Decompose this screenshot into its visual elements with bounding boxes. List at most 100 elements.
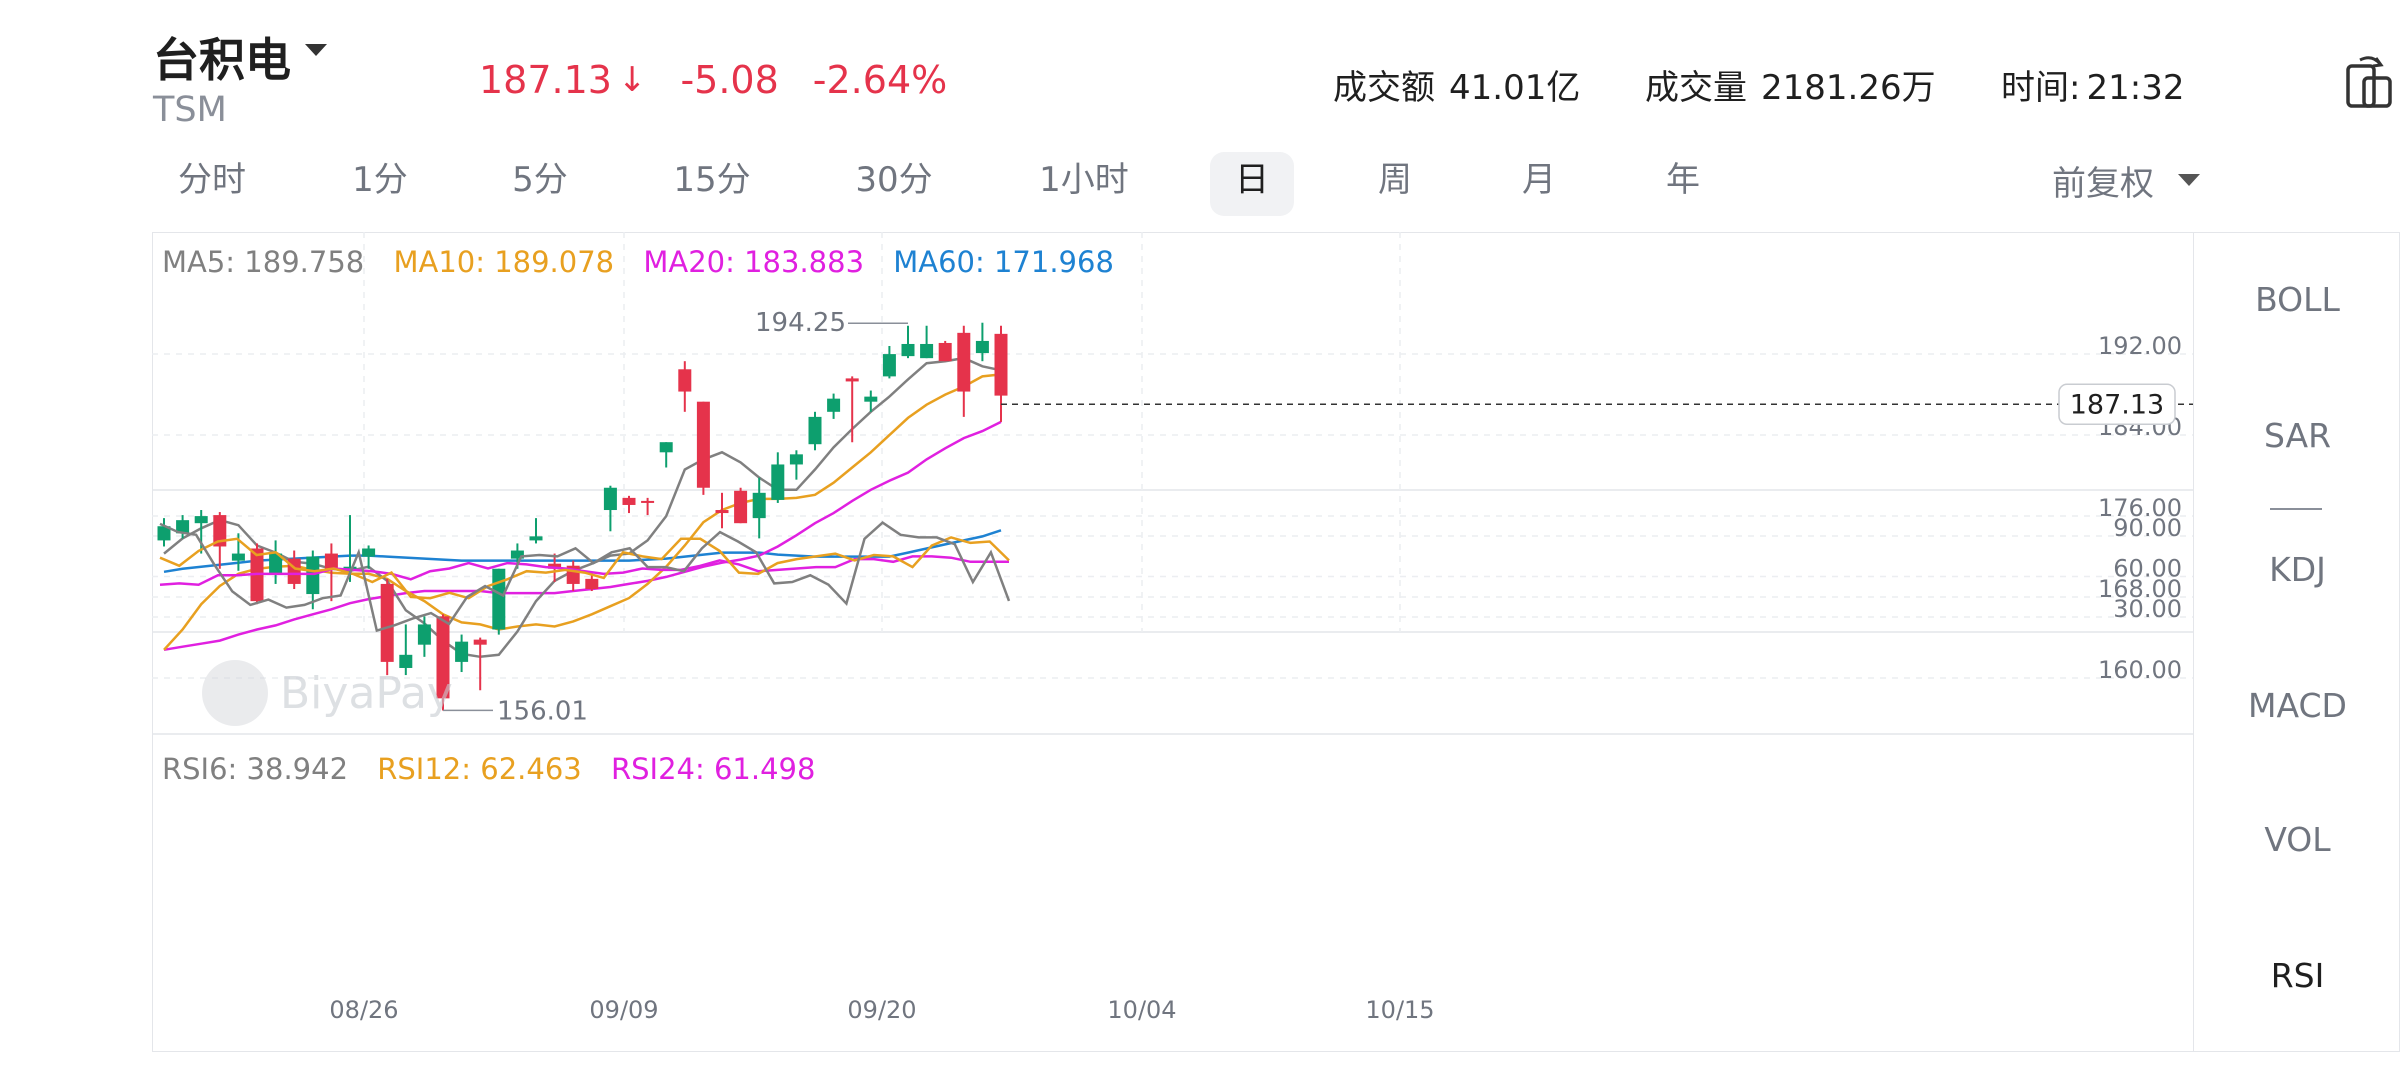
down-arrow-icon: ↓ [617, 60, 647, 100]
candle-body [975, 340, 989, 354]
candle-body [529, 536, 543, 541]
turnover-value: 41.01亿 [1449, 68, 1581, 108]
candle-body [417, 624, 431, 645]
candle-body [920, 343, 934, 359]
adjust-dropdown-icon[interactable] [2178, 174, 2200, 186]
candle-body [715, 510, 729, 514]
ma10-legend: MA10: 189.078 [393, 245, 615, 279]
candle-body [641, 500, 655, 503]
candle-body [696, 401, 710, 488]
candle-body [882, 354, 896, 377]
candle-body [864, 396, 878, 402]
tab-1[interactable]: 1分 [330, 152, 430, 216]
adjust-selector[interactable]: 前复权 [2052, 156, 2154, 205]
volume-label: 成交量 [1645, 68, 1747, 108]
indicator-kdj[interactable]: KDJ [2194, 550, 2400, 589]
time-value: 21:32 [2086, 68, 2185, 108]
tab-2[interactable]: 5分 [490, 152, 590, 216]
volume-value: 2181.26万 [1761, 68, 1936, 108]
indicator-panel: BOLL SAR KDJ MACD VOL RSI [2193, 232, 2400, 1052]
ma20-legend: MA20: 183.883 [643, 245, 865, 279]
date-tick-label: 09/20 [847, 996, 916, 1024]
price-change-percent: -2.64% [812, 58, 948, 102]
tab-5[interactable]: 1小时 [1010, 152, 1158, 216]
tab-7[interactable]: 周 [1350, 152, 1440, 216]
candle-body [380, 583, 394, 662]
date-tick-label: 10/15 [1365, 996, 1434, 1024]
rsi24-legend: RSI24: 61.498 [610, 752, 816, 786]
rsi-legend: RSI6: 38.942 RSI12: 62.463 RSI24: 61.498 [162, 752, 835, 786]
price-row: 187.13 ↓ -5.08 -2.64% [479, 58, 947, 102]
indicator-boll[interactable]: BOLL [2194, 280, 2400, 319]
candle-body [827, 398, 841, 412]
candle-body [771, 464, 785, 500]
indicator-rsi[interactable]: RSI [2194, 956, 2400, 995]
candle-body [789, 454, 803, 465]
rsi12-legend: RSI12: 62.463 [377, 752, 582, 786]
candle-body [455, 641, 469, 662]
candle-body [362, 548, 376, 557]
price-change: -5.08 [680, 58, 779, 102]
ma10-line [163, 373, 1002, 651]
date-tick-label: 10/04 [1107, 996, 1176, 1024]
rsi6-legend: RSI6: 38.942 [162, 752, 349, 786]
candle-body [603, 487, 617, 511]
time-stat: 时间: 21:32 [2001, 60, 2184, 109]
ma60-legend: MA60: 171.968 [893, 245, 1114, 279]
indicator-macd[interactable]: MACD [2194, 686, 2400, 725]
tab-6[interactable]: 日 [1210, 152, 1294, 216]
candle-body [957, 332, 971, 392]
rsi-tick-label: 60.00 [2113, 555, 2182, 583]
indicator-sar[interactable]: SAR [2194, 416, 2400, 455]
candle-body [659, 442, 673, 453]
rotate-screen-icon[interactable] [2346, 52, 2392, 108]
candle-body [492, 568, 506, 630]
panel-divider [2270, 508, 2322, 510]
last-price: 187.13 [479, 58, 612, 102]
watermark-logo-icon [202, 660, 268, 726]
kline-chart[interactable]: 192.00184.00176.00168.00160.0090.0060.00… [152, 232, 2400, 1052]
tab-4[interactable]: 30分 [820, 152, 968, 216]
candle-body [808, 416, 822, 445]
volume-stat: 成交量 2181.26万 [1645, 60, 1936, 109]
last-price-tag-label: 187.13 [2070, 389, 2164, 420]
candle-body [901, 343, 915, 357]
rsi-tick-label: 90.00 [2113, 514, 2182, 542]
tab-3[interactable]: 15分 [650, 152, 774, 216]
ma-legend: MA5: 189.758 MA10: 189.078 MA20: 183.883… [162, 245, 1134, 279]
candle-body [231, 553, 245, 561]
candle-body [734, 490, 748, 524]
candle-body [678, 369, 692, 392]
candle-body [324, 553, 338, 569]
tab-9[interactable]: 年 [1638, 152, 1728, 216]
turnover-label: 成交额 [1333, 68, 1435, 108]
ma5-line [163, 356, 1002, 659]
candle-body [752, 492, 766, 519]
watermark: BiyaPay [202, 660, 453, 726]
tab-0[interactable]: 分时 [160, 152, 264, 216]
high-price-label: 194.25 [755, 308, 846, 338]
low-price-label: 156.01 [497, 696, 588, 726]
tab-8[interactable]: 月 [1494, 152, 1584, 216]
price-tick-label: 160.00 [2098, 656, 2182, 684]
turnover-stat: 成交额 41.01亿 [1333, 60, 1580, 109]
candle-body [845, 378, 859, 382]
date-tick-label: 09/09 [589, 996, 658, 1024]
candle-body [473, 639, 487, 645]
candle-body [194, 516, 208, 524]
stock-dropdown-icon[interactable] [305, 44, 327, 56]
candle-body [306, 556, 320, 595]
ticker-symbol: TSM [153, 90, 227, 130]
time-label: 时间: [2001, 68, 2081, 108]
stock-name[interactable]: 台积电 [153, 24, 291, 90]
indicator-vol[interactable]: VOL [2194, 820, 2400, 859]
candle-body [622, 497, 636, 505]
candle-body [994, 333, 1008, 396]
candle-body [938, 342, 952, 362]
date-tick-label: 08/26 [329, 996, 398, 1024]
price-tick-label: 192.00 [2098, 332, 2182, 360]
watermark-text: BiyaPay [280, 667, 453, 719]
ma5-legend: MA5: 189.758 [162, 245, 365, 279]
rsi-tick-label: 30.00 [2113, 595, 2182, 623]
candle-body [585, 578, 599, 589]
